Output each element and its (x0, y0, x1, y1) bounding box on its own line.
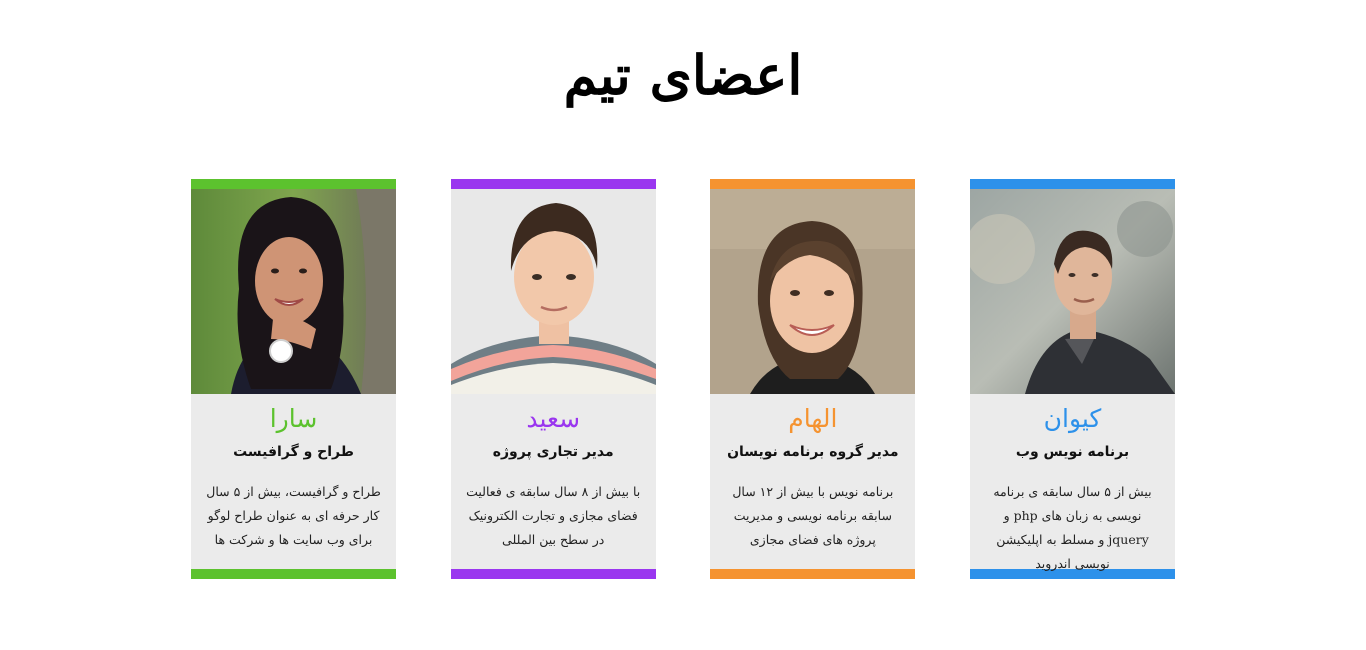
member-bio: طراح و گرافیست، بیش از ۵ سال کار حرفه ای… (206, 484, 381, 547)
member-photo (191, 189, 397, 394)
team-card-keyvan: کیوان برنامه نویس وب بیش از ۵ سال سابقه … (970, 179, 1175, 579)
member-name: کیوان (1043, 404, 1102, 433)
member-photo (450, 189, 656, 394)
member-role: برنامه نویس وب (1015, 444, 1130, 460)
member-name: سارا (269, 404, 318, 433)
member-photo (970, 189, 1175, 394)
member-photo (710, 189, 916, 394)
member-role: طراح و گرافیست (233, 444, 354, 460)
member-name: سعید (526, 404, 581, 433)
team-card-sara: سارا طراح و گرافیست طراح و گرافیست، بیش … (191, 179, 397, 579)
team-card-elham: الهام مدیر گروه برنامه نویسان برنامه نوی… (710, 179, 916, 579)
member-role: مدیر تجاری پروژه (492, 444, 614, 460)
member-bio: با بیش از ۸ سال سابقه ی فعالیت فضای مجاز… (466, 484, 641, 547)
member-role: مدیر گروه برنامه نویسان (727, 444, 899, 460)
member-name: الهام (788, 404, 838, 433)
team-members-row: کیوان برنامه نویس وب بیش از ۵ سال سابقه … (191, 179, 1175, 579)
member-bio: برنامه نویس با بیش از ۱۲ سال سابقه برنام… (732, 484, 894, 547)
member-bio: بیش از ۵ سال سابقه ی برنامه نویسی به زبا… (993, 484, 1152, 571)
page-title: اعضای تیم (563, 43, 803, 107)
team-card-saeed: سعید مدیر تجاری پروژه با بیش از ۸ سال سا… (450, 179, 656, 579)
